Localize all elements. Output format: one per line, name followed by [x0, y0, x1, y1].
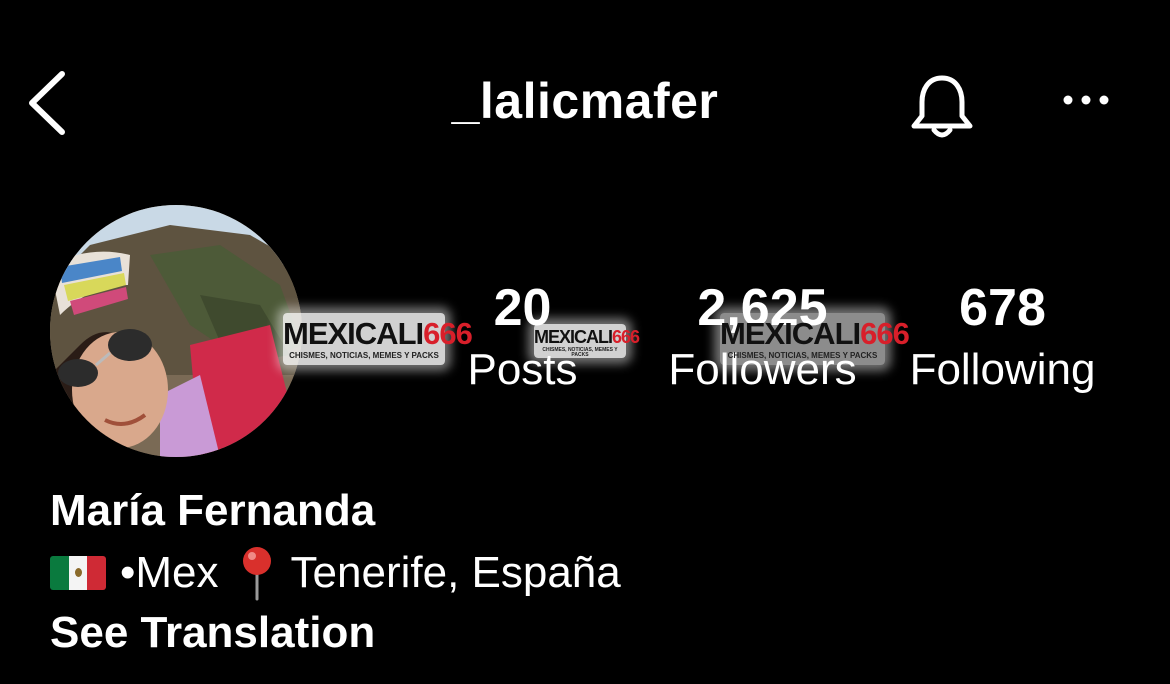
profile-bio: •Mex Tenerife, España — [50, 545, 621, 601]
bio-location: Tenerife, España — [290, 548, 621, 597]
bell-icon — [911, 75, 973, 138]
watermark-brand: MEXICALI — [283, 316, 424, 351]
watermark-number: 666 — [423, 316, 473, 351]
watermark-tagline: CHISMES, NOTICIAS, MEMES Y PACKS — [542, 347, 618, 358]
profile-username: _lalicmafer — [451, 73, 719, 129]
more-options-button[interactable] — [1060, 88, 1112, 112]
watermark: MEXICALI666 CHISMES, NOTICIAS, MEMES Y P… — [283, 313, 473, 365]
following-value: 678 — [959, 279, 1046, 337]
watermark: MEXICALI666 CHISMES, NOTICIAS, MEMES Y P… — [720, 313, 910, 365]
mexico-flag-icon — [50, 556, 106, 590]
watermark: MEXICALI666 CHISMES, NOTICIAS, MEMES Y P… — [534, 324, 640, 358]
following-label: Following — [909, 345, 1096, 394]
pushpin-icon — [237, 545, 277, 601]
watermark-number: 666 — [612, 327, 640, 347]
watermark-brand: MEXICALI — [534, 327, 613, 347]
display-name: María Fernanda — [50, 486, 376, 535]
profile-avatar[interactable] — [50, 205, 302, 457]
profile-header: _lalicmafer — [0, 0, 1170, 200]
following-count[interactable]: 678 Following — [890, 280, 1115, 398]
ellipsis-icon — [1063, 95, 1109, 105]
watermark-number: 666 — [860, 316, 910, 351]
notifications-button[interactable] — [908, 70, 976, 142]
watermark-tagline: CHISMES, NOTICIAS, MEMES Y PACKS — [289, 351, 439, 360]
see-translation-link[interactable]: See Translation — [50, 608, 375, 658]
bio-country: •Mex — [120, 548, 219, 597]
watermark-brand: MEXICALI — [720, 316, 861, 351]
watermark-tagline: CHISMES, NOTICIAS, MEMES Y PACKS — [727, 351, 878, 360]
